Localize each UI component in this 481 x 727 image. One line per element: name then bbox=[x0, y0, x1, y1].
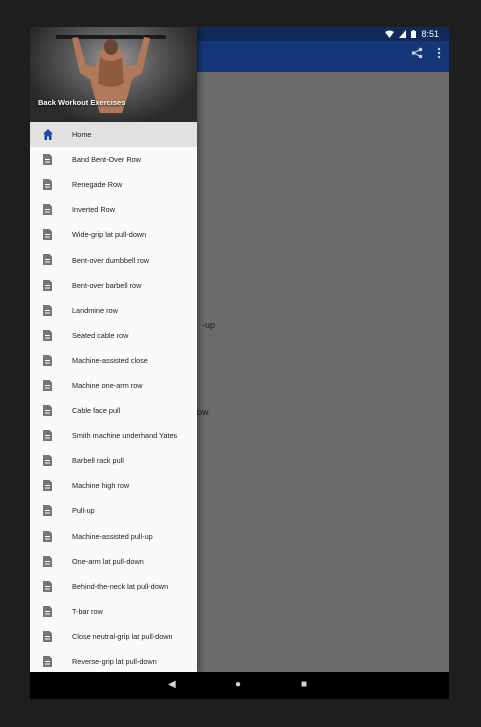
menu-item-label: Wide-grip lat pull-down bbox=[72, 230, 147, 240]
document-icon bbox=[43, 254, 52, 266]
menu-item-label: Machine high row bbox=[72, 481, 130, 491]
menu-item-label: Machine one-arm row bbox=[72, 380, 143, 390]
drawer-menu: Home Band Bent-Over Row Renegade Row Inv… bbox=[30, 122, 197, 672]
document-icon bbox=[43, 179, 52, 191]
menu-item-label: Inverted Row bbox=[72, 205, 115, 215]
menu-item-seated-cable-row[interactable]: Seated cable row bbox=[30, 323, 197, 348]
menu-item-label: Pull-up bbox=[72, 506, 95, 516]
menu-item-t-bar-row[interactable]: T-bar row bbox=[30, 599, 197, 624]
cell-signal-icon bbox=[399, 30, 407, 38]
menu-item-machine-assisted-pull-up[interactable]: Machine-assisted pull-up bbox=[30, 524, 197, 549]
back-icon[interactable]: ◀ bbox=[168, 679, 176, 690]
menu-item-label: Smith machine underhand Yates bbox=[72, 431, 178, 441]
menu-item-label: Bent-over barbell row bbox=[72, 280, 142, 290]
menu-item-behind-the-neck-lat-pull-down[interactable]: Behind-the-neck lat pull-down bbox=[30, 574, 197, 599]
menu-item-label: Landmine row bbox=[72, 305, 118, 315]
document-icon bbox=[43, 655, 52, 667]
menu-item-label: One-arm lat pull-down bbox=[72, 556, 144, 566]
menu-item-machine-high-row[interactable]: Machine high row bbox=[30, 473, 197, 498]
document-icon bbox=[43, 204, 52, 216]
document-icon bbox=[43, 379, 52, 391]
navigation-drawer: Back Workout Exercises Home Band Bent-Ov… bbox=[30, 27, 197, 672]
menu-item-pull-up[interactable]: Pull-up bbox=[30, 498, 197, 523]
document-icon bbox=[43, 279, 52, 291]
document-icon bbox=[43, 154, 52, 166]
menu-item-inverted-row[interactable]: Inverted Row bbox=[30, 197, 197, 222]
battery-icon bbox=[411, 30, 417, 38]
drawer-title: Back Workout Exercises bbox=[38, 98, 126, 107]
document-icon bbox=[43, 555, 52, 567]
document-icon bbox=[43, 455, 52, 467]
document-icon bbox=[43, 530, 52, 542]
menu-item-cable-face-pull[interactable]: Cable face pull bbox=[30, 398, 197, 423]
menu-item-landmine-row[interactable]: Landmine row bbox=[30, 298, 197, 323]
menu-item-label: Cable face pull bbox=[72, 406, 121, 416]
menu-item-label: Behind-the-neck lat pull-down bbox=[72, 581, 169, 591]
menu-item-one-arm-lat-pull-down[interactable]: One-arm lat pull-down bbox=[30, 549, 197, 574]
menu-item-reverse-grip-lat-pull-down[interactable]: Reverse-grip lat pull-down bbox=[30, 649, 197, 672]
content-fragment: ow bbox=[197, 407, 209, 417]
menu-item-label: Band Bent-Over Row bbox=[72, 155, 141, 165]
menu-item-label: Renegade Row bbox=[72, 180, 123, 190]
document-icon bbox=[43, 480, 52, 492]
menu-item-label: Seated cable row bbox=[72, 330, 129, 340]
menu-item-machine-assisted-close[interactable]: Machine-assisted close bbox=[30, 348, 197, 373]
menu-item-wide-grip-lat-pull-down[interactable]: Wide-grip lat pull-down bbox=[30, 222, 197, 247]
menu-item-bent-over-dumbbell-row[interactable]: Bent-over dumbbell row bbox=[30, 247, 197, 272]
share-icon[interactable] bbox=[411, 47, 423, 59]
menu-item-close-neutral-grip-lat-pull-down[interactable]: Close neutral-grip lat pull-down bbox=[30, 624, 197, 649]
system-nav-bar: ◀ ● ■ bbox=[30, 672, 449, 699]
document-icon bbox=[43, 354, 52, 366]
menu-item-renegade-row[interactable]: Renegade Row bbox=[30, 172, 197, 197]
status-time: 8:51 bbox=[421, 29, 439, 39]
menu-item-label: Barbell rack pull bbox=[72, 456, 124, 466]
document-icon bbox=[43, 329, 52, 341]
drawer-header: Back Workout Exercises bbox=[30, 27, 197, 122]
menu-item-label: Bent-over dumbbell row bbox=[72, 255, 150, 265]
recents-icon[interactable]: ■ bbox=[301, 679, 307, 690]
document-icon bbox=[43, 304, 52, 316]
menu-item-label: Reverse-grip lat pull-down bbox=[72, 657, 157, 667]
menu-item-label: Machine-assisted pull-up bbox=[72, 531, 153, 541]
document-icon bbox=[43, 229, 52, 241]
home-icon bbox=[43, 129, 53, 140]
content-fragment: -up bbox=[202, 320, 216, 330]
menu-item-label: Machine-assisted close bbox=[72, 355, 148, 365]
document-icon bbox=[43, 505, 52, 517]
menu-item-band-bent-over-row[interactable]: Band Bent-Over Row bbox=[30, 147, 197, 172]
menu-item-label: Home bbox=[72, 130, 92, 140]
more-options-icon[interactable] bbox=[437, 47, 441, 59]
menu-item-smith-machine-underhand-yates[interactable]: Smith machine underhand Yates bbox=[30, 423, 197, 448]
menu-item-barbell-rack-pull[interactable]: Barbell rack pull bbox=[30, 448, 197, 473]
menu-item-machine-one-arm-row[interactable]: Machine one-arm row bbox=[30, 373, 197, 398]
menu-item-home[interactable]: Home bbox=[30, 122, 197, 148]
document-icon bbox=[43, 405, 52, 417]
document-icon bbox=[43, 630, 52, 642]
home-nav-icon[interactable]: ● bbox=[235, 679, 241, 690]
document-icon bbox=[43, 430, 52, 442]
menu-item-bent-over-barbell-row[interactable]: Bent-over barbell row bbox=[30, 273, 197, 298]
menu-item-label: Close neutral-grip lat pull-down bbox=[72, 631, 173, 641]
wifi-icon bbox=[385, 30, 395, 38]
document-icon bbox=[43, 605, 52, 617]
document-icon bbox=[43, 580, 52, 592]
device-screen: 8:51 -up ow ◀ ● ■ Back Workout Exercises… bbox=[30, 27, 449, 699]
menu-item-label: T-bar row bbox=[72, 606, 103, 616]
